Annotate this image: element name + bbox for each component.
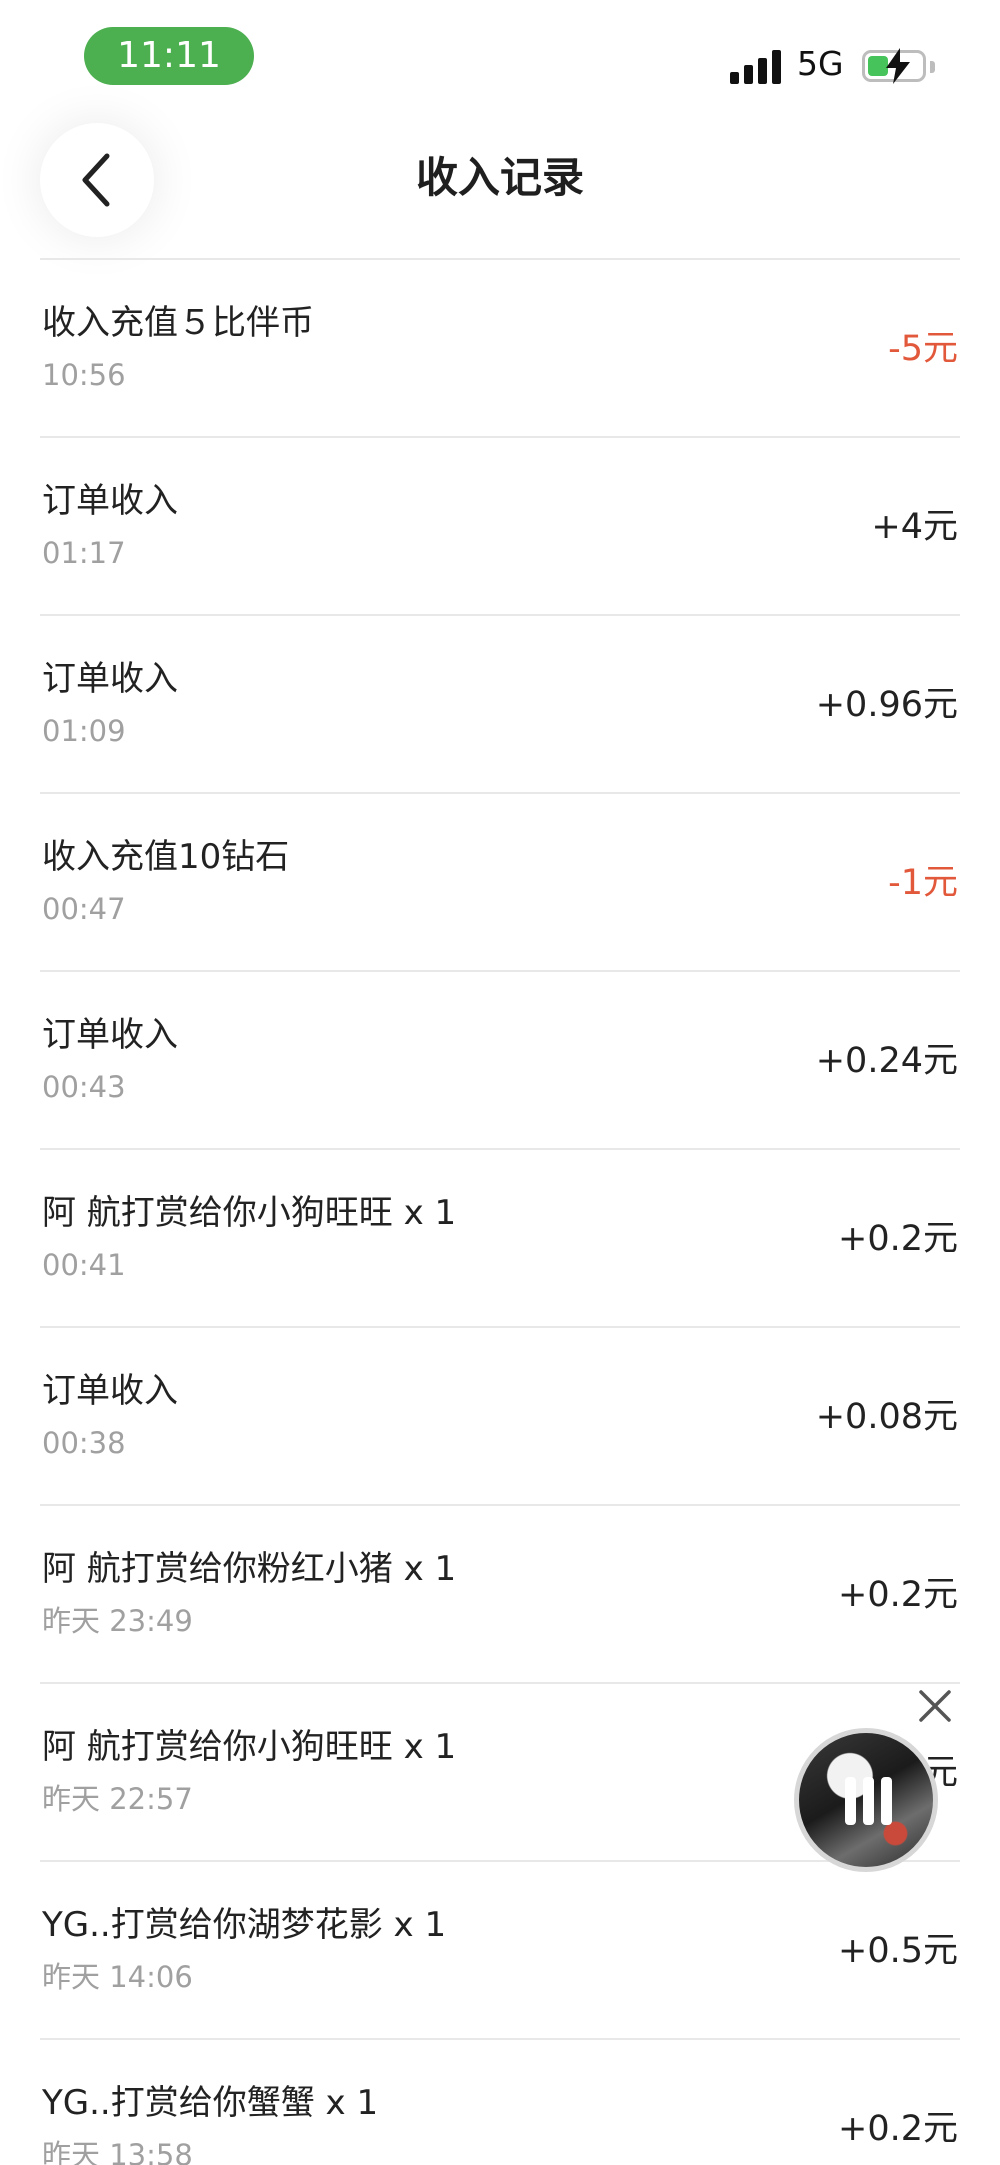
record-title: 阿 航打赏给你粉红小猪 x 1 [42, 1549, 457, 1589]
charging-icon [886, 48, 910, 84]
record-row[interactable]: 订单收入 01:17 +4元 [40, 436, 960, 614]
record-row[interactable]: YG..打赏给你湖梦花影 x 1 昨天 14:06 +0.5元 [40, 1860, 960, 2038]
record-time: 01:17 [42, 536, 126, 570]
record-title: YG..打赏给你湖梦花影 x 1 [42, 1905, 447, 1945]
nav-bar: 收入记录 [0, 110, 1000, 260]
record-amount: -5元 [888, 329, 958, 369]
record-title: 收入充值５比伴币 [42, 303, 314, 343]
record-time: 00:38 [42, 1426, 126, 1460]
network-type: 5G [797, 44, 844, 83]
record-row[interactable]: 阿 航打赏给你小狗旺旺 x 1 00:41 +0.2元 [40, 1148, 960, 1326]
income-records-screen: 11:11 5G 收入记录 收入充值５比伴币 10:56 -5元 订单收入 01… [0, 0, 1000, 2165]
record-row[interactable]: 订单收入 00:43 +0.24元 [40, 970, 960, 1148]
record-time: 昨天 14:06 [42, 1960, 193, 1994]
record-title: 阿 航打赏给你小狗旺旺 x 1 [42, 1193, 457, 1233]
record-amount: +4元 [871, 507, 958, 547]
pause-icon[interactable] [843, 1777, 893, 1825]
record-row[interactable]: 订单收入 00:38 +0.08元 [40, 1326, 960, 1504]
status-time: 11:11 [84, 27, 254, 85]
record-title: 订单收入 [42, 659, 178, 699]
record-time: 00:41 [42, 1248, 126, 1282]
record-row[interactable]: 收入充值10钻石 00:47 -1元 [40, 792, 960, 970]
record-title: 订单收入 [42, 481, 178, 521]
record-row[interactable]: 订单收入 01:09 +0.96元 [40, 614, 960, 792]
record-amount: +0.08元 [815, 1397, 958, 1437]
record-title: 订单收入 [42, 1015, 178, 1055]
record-row[interactable]: 收入充值５比伴币 10:56 -5元 [40, 258, 960, 436]
floating-audio-player[interactable] [794, 1728, 938, 1872]
record-time: 昨天 22:57 [42, 1782, 193, 1816]
record-title: YG..打赏给你蟹蟹 x 1 [42, 2083, 379, 2123]
records-list: 收入充值５比伴币 10:56 -5元 订单收入 01:17 +4元 订单收入 0… [40, 258, 960, 2165]
record-amount: +0.96元 [815, 685, 958, 725]
record-row[interactable]: YG..打赏给你蟹蟹 x 1 昨天 13:58 +0.2元 [40, 2038, 960, 2165]
record-time: 00:47 [42, 892, 126, 926]
record-time: 01:09 [42, 714, 126, 748]
record-time: 昨天 13:58 [42, 2138, 193, 2165]
record-amount: -1元 [888, 863, 958, 903]
record-title: 阿 航打赏给你小狗旺旺 x 1 [42, 1727, 457, 1767]
status-bar: 11:11 5G [0, 0, 1000, 110]
record-amount: +0.5元 [838, 1931, 958, 1971]
record-title: 订单收入 [42, 1371, 178, 1411]
record-amount: +0.24元 [815, 1041, 958, 1081]
battery-nub [930, 61, 935, 73]
record-amount: +0.2元 [838, 1575, 958, 1615]
record-amount: +0.2元 [838, 1219, 958, 1259]
record-amount: +0.2元 [838, 2109, 958, 2149]
record-title: 收入充值10钻石 [42, 837, 290, 877]
record-row[interactable]: 阿 航打赏给你粉红小猪 x 1 昨天 23:49 +0.2元 [40, 1504, 960, 1682]
record-time: 10:56 [42, 358, 126, 392]
page-title: 收入记录 [415, 153, 584, 202]
signal-icon [730, 50, 782, 84]
record-time: 00:43 [42, 1070, 126, 1104]
close-icon[interactable] [915, 1686, 955, 1726]
record-time: 昨天 23:49 [42, 1604, 193, 1638]
